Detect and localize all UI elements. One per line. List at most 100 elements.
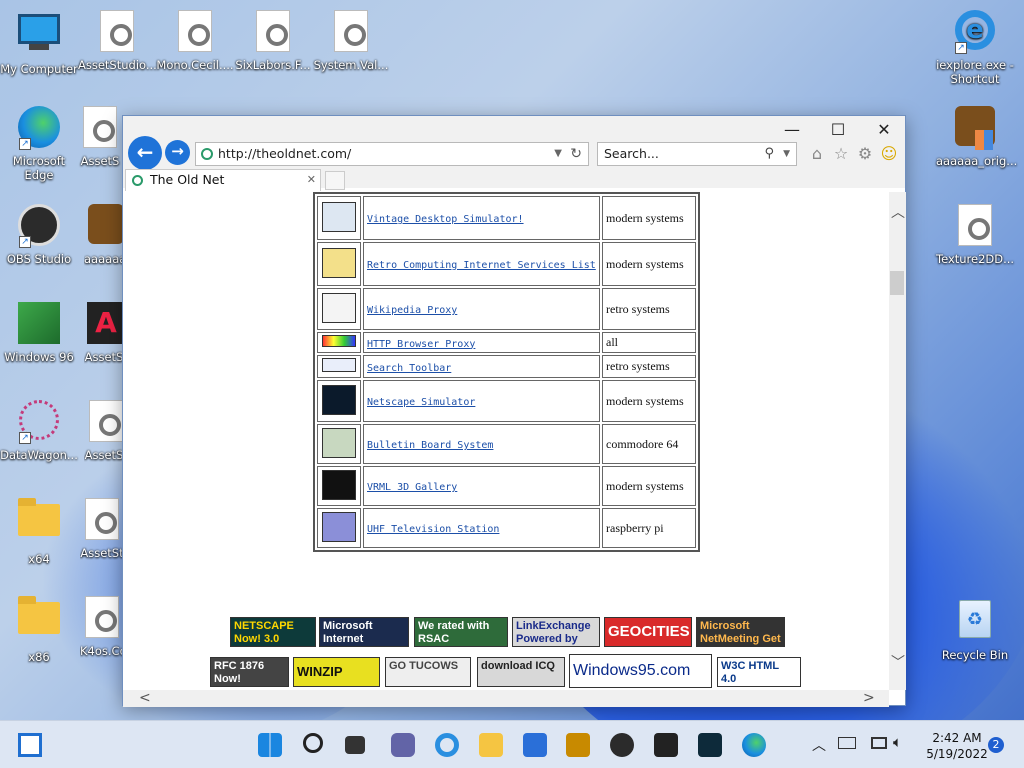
chevron-left-icon[interactable]: < xyxy=(139,690,151,706)
chevron-down-icon[interactable]: ▼ xyxy=(783,143,790,165)
forward-button[interactable]: → xyxy=(165,140,190,165)
tab-the-old-net[interactable]: The Old Net ✕ xyxy=(125,169,321,191)
platform-cell: modern systems xyxy=(602,380,696,422)
back-button[interactable]: ← xyxy=(128,136,162,170)
smiley-feedback-icon[interactable]: ☺ xyxy=(879,144,899,164)
clock[interactable]: 2:42 AM 5/19/2022 xyxy=(922,730,992,762)
scrollbar-thumb[interactable] xyxy=(890,271,904,295)
book-icon xyxy=(322,292,356,323)
badge-rfc-1876[interactable]: RFC 1876 Now! xyxy=(210,657,289,687)
search-icon[interactable]: ⚲ xyxy=(764,143,774,165)
badge-rsac[interactable]: We rated with RSAC xyxy=(414,617,508,647)
chevron-up-icon[interactable]: ︿ xyxy=(891,202,905,222)
windows-flag-icon xyxy=(17,302,61,346)
rh-app-icon[interactable] xyxy=(566,733,590,757)
chevron-down-icon[interactable]: ﹀ xyxy=(891,652,905,672)
volume-icon[interactable]: 🔈︎ xyxy=(893,733,902,751)
minimize-button[interactable]: — xyxy=(769,116,815,144)
desktop-icon-assets-4[interactable]: AssetS xyxy=(84,400,124,462)
start-windows-icon[interactable] xyxy=(258,733,282,757)
desktop-icon-aaaaaa-orig[interactable]: aaaaaa_orig... xyxy=(936,106,1017,168)
site-link[interactable]: Wikipedia Proxy xyxy=(367,305,457,316)
obs-icon[interactable] xyxy=(610,733,634,757)
badge-tucows[interactable]: GO TUCOWS xyxy=(385,657,471,687)
chevron-down-icon[interactable]: ▼ xyxy=(554,143,562,165)
desktop-icon-microsoft-edge[interactable]: ↗ Microsoft Edge xyxy=(0,106,78,182)
badge-netmeeting[interactable]: Microsoft NetMeeting Get it Now! xyxy=(696,617,785,647)
table-row: Wikipedia Proxy retro systems xyxy=(317,288,696,330)
terminal-icon[interactable] xyxy=(654,733,678,757)
desktop-icon-sixlabors[interactable]: SixLabors.F... xyxy=(234,10,312,72)
network-icon[interactable] xyxy=(871,737,887,749)
badge-linkexchange[interactable]: LinkExchange Powered by People xyxy=(512,617,600,647)
file-explorer-icon[interactable] xyxy=(479,733,503,757)
address-bar[interactable]: http://theoldnet.com/ ▼ ↻ xyxy=(195,142,589,166)
chevron-up-icon[interactable]: ︿ xyxy=(812,735,826,755)
edge-icon[interactable] xyxy=(742,733,766,757)
house-shield-icon xyxy=(953,106,997,150)
maximize-button[interactable]: ☐ xyxy=(815,116,861,144)
vertical-scrollbar[interactable]: ︿ ﹀ xyxy=(889,192,906,690)
desktop-icon-mono-cecil[interactable]: Mono.Cecil.... xyxy=(156,10,234,72)
badge-internet-explorer[interactable]: Microsoft Internet Explorer xyxy=(319,617,409,647)
chevron-right-icon[interactable]: > xyxy=(863,690,875,706)
badge-windows95[interactable]: Windows95.com xyxy=(569,654,712,688)
desktop-icon-datawagon[interactable]: ↗ DataWagon... xyxy=(0,400,78,462)
notification-badge[interactable]: 2 xyxy=(988,737,1004,753)
close-button[interactable]: ✕ xyxy=(861,116,907,144)
home-icon[interactable]: ⌂ xyxy=(807,144,827,164)
desktop-icon-texture2dd[interactable]: Texture2DD... xyxy=(936,204,1014,266)
site-link[interactable]: VRML 3D Gallery xyxy=(367,482,457,493)
badge-w3c-html[interactable]: W3C HTML 4.0 xyxy=(717,657,801,687)
badge-icq[interactable]: download ICQ xyxy=(477,657,565,687)
new-tab-button[interactable] xyxy=(325,171,345,190)
refresh-icon[interactable]: ↻ xyxy=(570,143,582,165)
desktop-icon-my-computer[interactable]: My Computer xyxy=(0,10,78,76)
site-link[interactable]: UHF Television Station xyxy=(367,524,499,535)
desktop-icon-assets-3[interactable]: A AssetS xyxy=(84,302,124,364)
badge-netscape[interactable]: NETSCAPE Now! 3.0 xyxy=(230,617,316,647)
pointing-hand-icon xyxy=(322,358,356,372)
store-icon[interactable] xyxy=(523,733,547,757)
horizontal-scrollbar[interactable]: < > xyxy=(123,690,889,707)
shortcut-arrow-icon: ↗ xyxy=(19,236,31,248)
desktop-icon-windows-96[interactable]: Windows 96 xyxy=(0,302,78,364)
search-icon[interactable] xyxy=(303,733,323,753)
file-gear-icon xyxy=(78,106,122,150)
task-view-icon[interactable] xyxy=(345,736,365,754)
badge-geocities[interactable]: GEOCITIES xyxy=(604,617,692,647)
widgets-icon[interactable] xyxy=(18,733,42,757)
site-link[interactable]: Search Toolbar xyxy=(367,363,451,374)
desktop-icon-assetstudio[interactable]: AssetStudio... xyxy=(78,10,157,72)
tab-close-icon[interactable]: ✕ xyxy=(307,170,316,190)
desktop-icon-assets-2[interactable]: AssetS xyxy=(78,106,122,168)
desktop-icon-x64[interactable]: x64 xyxy=(0,498,78,566)
chat-icon[interactable] xyxy=(391,733,415,757)
obs-icon: ↗ xyxy=(17,204,61,248)
favorites-star-icon[interactable]: ☆ xyxy=(831,144,851,164)
site-link[interactable]: Retro Computing Internet Services List xyxy=(367,260,596,271)
badge-winzip[interactable]: WINZIP NOW xyxy=(293,657,380,687)
keyboard-icon[interactable] xyxy=(838,737,856,749)
ie-window[interactable]: — ☐ ✕ ← → http://theoldnet.com/ ▼ ↻ Sear… xyxy=(122,115,907,707)
ie-titlebar: — ☐ ✕ ← → http://theoldnet.com/ ▼ ↻ Sear… xyxy=(123,116,907,191)
desktop-icon-system-val[interactable]: System.Val... xyxy=(312,10,390,72)
desktop-icon-assets-5[interactable]: AssetSt xyxy=(80,498,124,560)
site-link[interactable]: Vintage Desktop Simulator! xyxy=(367,214,524,225)
desktop-icon-recycle-bin[interactable]: ♻ Recycle Bin xyxy=(936,596,1014,662)
gear-icon[interactable]: ⚙ xyxy=(855,144,875,164)
site-link[interactable]: Netscape Simulator xyxy=(367,397,475,408)
internet-explorer-icon[interactable] xyxy=(435,733,459,757)
desktop-icon-aaaaaa[interactable]: aaaaaa xyxy=(84,204,124,266)
app-icon[interactable] xyxy=(698,733,722,757)
bbs-computers-icon xyxy=(322,427,356,458)
desktop-icon-x86[interactable]: x86 xyxy=(0,596,78,664)
table-row: Retro Computing Internet Services List m… xyxy=(317,242,696,286)
desktop-icon-k4os[interactable]: K4os.Co xyxy=(80,596,124,658)
platform-cell: retro systems xyxy=(602,355,696,378)
site-link[interactable]: HTTP Browser Proxy xyxy=(367,339,475,350)
desktop-icon-obs-studio[interactable]: ↗ OBS Studio xyxy=(0,204,78,266)
search-input[interactable]: Search... ⚲ ▼ xyxy=(597,142,797,166)
desktop-icon-iexplore-shortcut[interactable]: e ↗ iexplore.exe - Shortcut xyxy=(936,10,1014,86)
site-link[interactable]: Bulletin Board System xyxy=(367,440,493,451)
